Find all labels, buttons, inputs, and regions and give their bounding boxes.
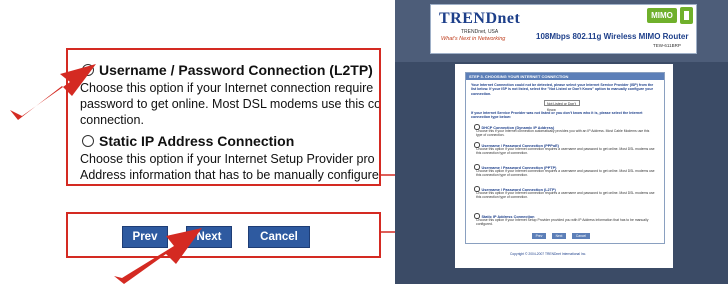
router-option-static-desc: Choose this option if your Internet Setu…	[476, 218, 649, 226]
router-option-l2tp-desc: Choose this option if your Internet conn…	[476, 191, 655, 199]
router-copyright: Copyright © 2004-2007 TRENDnet Internati…	[510, 252, 587, 256]
router-page-title: STEP 3. CHOOSING YOUR INTERNET CONNECTIO…	[466, 73, 664, 80]
router-next-button[interactable]: Next	[552, 233, 566, 239]
router-product-name: 108Mbps 802.11g Wireless MIMO Router	[536, 32, 689, 41]
trendnet-logo: TRENDnet	[439, 10, 521, 27]
router-option-dhcp-desc: Choose this if your Internet connection …	[476, 129, 650, 137]
router-cancel-button[interactable]: Cancel	[572, 233, 590, 239]
mimo-badge: MIMO	[647, 8, 677, 23]
router-content-panel: STEP 3. CHOOSING YOUR INTERNET CONNECTIO…	[455, 64, 673, 268]
logo-tagline: What's Next in Networking	[441, 36, 506, 42]
certification-icon	[680, 7, 693, 24]
logo-subtitle: TRENDnet, USA	[461, 29, 499, 35]
router-model: TEW-611BRP	[653, 43, 681, 48]
router-screenshot: TRENDnet TRENDnet, USA What's Next in Ne…	[395, 0, 728, 284]
router-isp-note: If your Internet Service Provider was no…	[471, 111, 643, 120]
router-header: TRENDnet TRENDnet, USA What's Next in Ne…	[430, 4, 697, 54]
router-option-pppoe-desc: Choose this option if your Internet conn…	[476, 147, 655, 155]
router-prev-button[interactable]: Prev	[532, 233, 546, 239]
router-option-pptp-desc: Choose this option if your Internet conn…	[476, 169, 655, 177]
router-intro-text: Your Internet Connection could not be de…	[471, 83, 654, 96]
isp-select[interactable]: Not Listed or Don't Know	[544, 100, 580, 112]
router-wizard-page: STEP 3. CHOOSING YOUR INTERNET CONNECTIO…	[465, 72, 665, 244]
